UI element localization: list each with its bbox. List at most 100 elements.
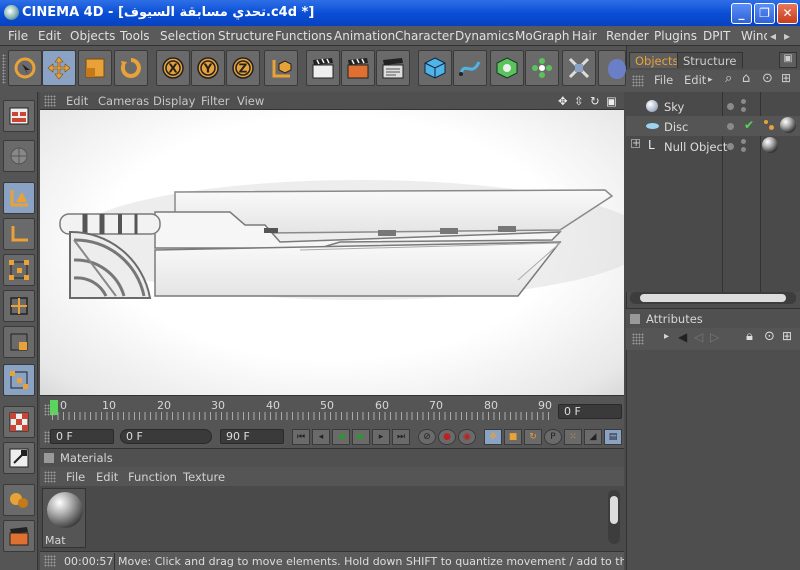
snap-button[interactable] [3, 442, 35, 474]
render-visibility-dot-2[interactable] [741, 147, 746, 152]
move-tool[interactable] [42, 50, 76, 86]
objects-scroll-thumb[interactable] [640, 294, 786, 302]
render-picture-viewer-button[interactable] [341, 50, 375, 86]
sculpt-button[interactable] [3, 484, 35, 516]
timeline-ruler[interactable]: 0 10 20 30 40 50 60 70 80 90 0 F [40, 395, 624, 425]
materials-menu-function[interactable]: Function [128, 470, 177, 484]
editor-visibility-dot[interactable] [727, 103, 734, 110]
enabled-checkmark-icon[interactable]: ✔ [744, 118, 754, 132]
menu-file[interactable]: File [8, 29, 28, 43]
objects-menu-file[interactable]: File [654, 73, 673, 87]
rotate-tool[interactable] [114, 50, 148, 86]
record-scale-icon[interactable]: ■ [504, 429, 522, 445]
home-icon[interactable]: ⌂ [742, 71, 750, 86]
go-to-start-button[interactable]: ⏮ [292, 429, 310, 445]
lock-icon[interactable]: 🔒︎ [746, 329, 753, 344]
frame-slider-field[interactable]: 0 F [120, 429, 212, 444]
next-keyframe-button[interactable]: ▸ [372, 429, 390, 445]
menu-tools[interactable]: Tools [120, 29, 150, 43]
cinema4d-app-icon[interactable] [4, 5, 19, 20]
object-axis-button[interactable] [3, 218, 35, 250]
x-axis-lock-button[interactable]: X [156, 50, 190, 86]
materials-menu-file[interactable]: File [66, 470, 85, 484]
toolbar-grip[interactable] [2, 54, 6, 84]
viewport-rotate-icon[interactable]: ↻ [590, 94, 600, 108]
render-view-button[interactable] [306, 50, 340, 86]
texture-axis-button[interactable] [3, 364, 35, 396]
play-backwards-button[interactable]: ◀ [332, 429, 350, 445]
menu-more-icon[interactable]: ▸ [708, 75, 713, 85]
menu-dpit[interactable]: DPIT [703, 29, 730, 43]
editor-visibility-dot[interactable] [727, 143, 734, 150]
maximize-button[interactable]: ❐ [754, 3, 775, 24]
materials-panel-icon[interactable] [44, 453, 54, 463]
expand-icon[interactable]: + [631, 139, 640, 149]
material-tag-icon[interactable] [780, 117, 796, 133]
object-row-null[interactable]: + L Null Object [626, 136, 800, 156]
viewport-menu-view[interactable]: View [237, 94, 264, 108]
record-point-level-icon[interactable]: ⁙ [564, 429, 582, 445]
attributes-panel-icon[interactable] [630, 314, 640, 324]
close-button[interactable]: ✕ [777, 3, 798, 24]
object-row-sky[interactable]: Sky [626, 96, 800, 116]
edges-tool-button[interactable] [3, 290, 35, 322]
objects-horizontal-scrollbar[interactable] [630, 292, 796, 304]
live-selection-tool[interactable] [8, 50, 42, 86]
end-frame-field[interactable]: 90 F [220, 429, 284, 444]
phong-tag-icon[interactable] [764, 120, 774, 130]
menu-plugins[interactable]: Plugins [654, 29, 697, 43]
viewport-pan-icon[interactable]: ✥ [558, 94, 568, 108]
menu-dynamics[interactable]: Dynamics [455, 29, 514, 43]
menu-character[interactable]: Character [395, 29, 454, 43]
materials-menu-texture[interactable]: Texture [183, 470, 225, 484]
record-parameter-icon[interactable]: P [544, 429, 562, 445]
viewport-menu-filter[interactable]: Filter [201, 94, 229, 108]
cube-object-button[interactable] [418, 50, 452, 86]
previous-keyframe-button[interactable]: ◂ [312, 429, 330, 445]
points-tool-button[interactable] [3, 254, 35, 286]
polygons-tool-button[interactable] [3, 326, 35, 358]
materials-menu-edit[interactable]: Edit [96, 470, 118, 484]
array-button[interactable] [525, 50, 559, 86]
object-row-disc[interactable]: Disc ✔ [626, 116, 800, 136]
materials-grip[interactable] [44, 471, 56, 483]
start-frame-field[interactable]: 0 F [50, 429, 114, 444]
viewport-grip[interactable] [44, 95, 56, 107]
use-editor-layout-button[interactable] [3, 100, 35, 132]
z-axis-lock-button[interactable]: Z [226, 50, 260, 86]
editor-visibility-dot[interactable] [727, 123, 734, 130]
new-attributes-view-icon[interactable]: ⊞ [782, 329, 792, 343]
material-item[interactable]: Mat [42, 488, 86, 548]
menu-mograph[interactable]: MoGraph [515, 29, 570, 43]
viewport-zoom-icon[interactable]: ⇳ [574, 94, 584, 108]
camera-button[interactable] [598, 50, 626, 86]
3d-viewport[interactable] [40, 110, 624, 395]
menu-edit[interactable]: Edit [38, 29, 61, 43]
menu-selection[interactable]: Selection [160, 29, 215, 43]
panel-options-icon[interactable]: ▣ [779, 52, 797, 68]
menu-animation[interactable]: Animation [334, 29, 395, 43]
record-disabled-icon[interactable]: ⊘ [418, 429, 436, 445]
forward-arrow-icon[interactable]: ▷ [710, 330, 719, 344]
menu-hair[interactable]: Hair [572, 29, 597, 43]
record-position-icon[interactable]: ✥ [484, 429, 502, 445]
render-region-button[interactable] [3, 520, 35, 552]
nurbs-button[interactable] [490, 50, 524, 86]
menu-window[interactable]: Wind [741, 29, 767, 43]
menu-render[interactable]: Render [606, 29, 649, 43]
viewport-maximize-icon[interactable]: ▣ [606, 94, 617, 108]
lock-element-icon[interactable]: ⊙ [764, 329, 775, 344]
render-visibility-dot[interactable] [741, 139, 746, 144]
menu-objects[interactable]: Objects [70, 29, 115, 43]
tab-structure[interactable]: Structure [677, 52, 743, 68]
workplane-button[interactable] [3, 406, 35, 438]
objects-grip[interactable] [632, 75, 644, 87]
menu-structure[interactable]: Structure [218, 29, 274, 43]
attributes-grip[interactable] [632, 333, 644, 345]
object-manager-icon[interactable]: ⊙ [762, 71, 773, 86]
objects-menu-edit[interactable]: Edit [684, 73, 706, 87]
back-arrow-icon[interactable]: ◀ [678, 330, 687, 344]
coordinate-system-button[interactable] [264, 50, 298, 86]
attributes-menu-more-icon[interactable]: ▸ [664, 331, 669, 342]
menu-scroll-right-icon[interactable]: ▸ [784, 29, 790, 43]
